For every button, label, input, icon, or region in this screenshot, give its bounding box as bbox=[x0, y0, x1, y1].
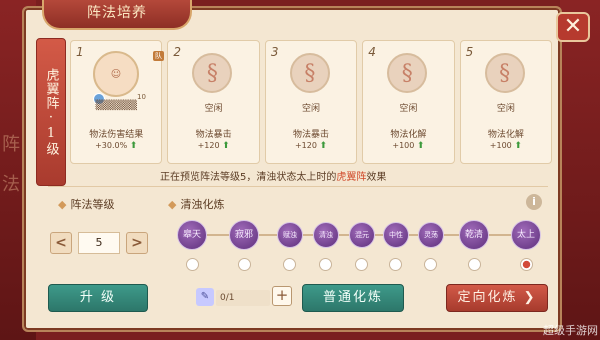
close-button[interactable]: ✕ bbox=[556, 12, 590, 42]
node-radio[interactable] bbox=[355, 258, 368, 271]
refine-node[interactable]: 皋天 bbox=[177, 220, 207, 250]
slot-stat-value: +120 ⬆ bbox=[294, 141, 328, 151]
background-right bbox=[560, 0, 600, 340]
window-title: 阵法培养 bbox=[42, 0, 192, 30]
node-radio[interactable] bbox=[468, 258, 481, 271]
divider bbox=[48, 186, 548, 187]
team-tag: 队 bbox=[153, 51, 164, 61]
character-avatar[interactable]: ☺ bbox=[93, 51, 139, 97]
refine-node[interactable]: 中性 bbox=[383, 222, 409, 248]
slot-3[interactable]: 3 § 空闲 物法暴击 +120 ⬆ bbox=[264, 40, 358, 164]
targeted-refine-button[interactable]: 定向化炼 ❯ bbox=[446, 284, 548, 312]
refine-node[interactable]: 混元 bbox=[349, 222, 375, 248]
character-name: ▒▒▒▒▒▒ bbox=[95, 101, 137, 111]
slot-status: 空闲 bbox=[204, 104, 223, 114]
slot-stat-value: +120 ⬆ bbox=[197, 141, 230, 151]
decor-glyph: 法 bbox=[2, 174, 20, 195]
slot-stat-label: 物法化解 bbox=[390, 130, 427, 140]
arrow-up-icon: ⬆ bbox=[514, 141, 522, 151]
node-radio[interactable] bbox=[283, 258, 296, 271]
slot-4[interactable]: 4 § 空闲 物法化解 +100 ⬆ bbox=[362, 40, 455, 164]
slot-number: 3 bbox=[270, 45, 279, 59]
node-radio[interactable] bbox=[238, 258, 251, 271]
slot-stat-value: +100 ⬆ bbox=[489, 141, 522, 151]
slot-2[interactable]: 2 § 空闲 物法暴击 +120 ⬆ bbox=[167, 40, 260, 164]
refine-node[interactable]: 寂邪 bbox=[229, 220, 259, 250]
arrow-up-icon: ⬆ bbox=[416, 141, 425, 151]
slot-status: 空闲 bbox=[399, 104, 418, 114]
info-icon[interactable]: i bbox=[526, 194, 542, 210]
node-radio[interactable] bbox=[319, 258, 332, 271]
slot-stat-label: 物法暴击 bbox=[293, 130, 330, 140]
refine-node[interactable]: 太上 bbox=[511, 220, 541, 250]
empty-slot-icon: § bbox=[192, 53, 233, 93]
empty-slot-icon: § bbox=[289, 53, 330, 93]
refine-node[interactable]: 灵荡 bbox=[418, 222, 444, 248]
arrow-up-icon: ⬆ bbox=[129, 141, 138, 151]
empty-slot-icon: § bbox=[387, 53, 428, 93]
node-radio[interactable] bbox=[389, 258, 402, 271]
slot-number: 5 bbox=[465, 45, 474, 59]
level-value: 5 bbox=[78, 232, 120, 254]
slot-5[interactable]: 5 § 空闲 物法化解 +100 ⬆ bbox=[459, 40, 553, 164]
refine-node[interactable]: 乾清 bbox=[459, 220, 489, 250]
formation-slots: 1 ☺ 队 10 ▒▒▒▒▒▒ 物法伤害结果 +30.0% ⬆ 2 § 空闲 物… bbox=[70, 40, 553, 164]
formation-name-label: 虎翼阵·1级 bbox=[36, 38, 66, 186]
slot-stat-label: 物法化解 bbox=[487, 130, 524, 140]
add-material-button[interactable]: + bbox=[272, 286, 292, 306]
level-decrease-button[interactable]: < bbox=[50, 232, 72, 254]
watermark: 超级手游网 bbox=[543, 324, 598, 337]
node-radio-selected[interactable] bbox=[520, 258, 533, 271]
normal-refine-button[interactable]: 普通化炼 bbox=[302, 284, 404, 312]
slot-stat-label: 物法伤害结果 bbox=[89, 130, 144, 140]
material-count: 0/1 bbox=[216, 290, 270, 306]
material-icon: ✎ bbox=[196, 288, 214, 306]
level-increase-button[interactable]: > bbox=[126, 232, 148, 254]
preview-text: 正在预览阵法等级5，清浊状态太上时的虎翼阵效果 bbox=[160, 172, 387, 183]
slot-number: 4 bbox=[368, 45, 376, 59]
node-radio[interactable] bbox=[424, 258, 437, 271]
refine-section-label: ◆ 清浊化炼 bbox=[168, 198, 225, 211]
slot-stat-label: 物法暴击 bbox=[195, 130, 232, 140]
upgrade-button[interactable]: 升 级 bbox=[48, 284, 148, 312]
empty-slot-icon: § bbox=[484, 53, 525, 93]
decor-glyph: 阵 bbox=[2, 134, 20, 155]
character-level: 10 bbox=[137, 93, 146, 101]
slot-1[interactable]: 1 ☺ 队 10 ▒▒▒▒▒▒ 物法伤害结果 +30.0% ⬆ bbox=[70, 40, 164, 164]
arrow-up-icon: ⬆ bbox=[222, 141, 230, 151]
refine-node[interactable]: 赋浊 bbox=[277, 222, 303, 248]
slot-stat-value: +100 ⬆ bbox=[392, 141, 425, 151]
slot-stat-value: +30.0% ⬆ bbox=[95, 141, 138, 151]
slot-number: 1 bbox=[76, 45, 84, 59]
arrow-up-icon: ⬆ bbox=[319, 141, 328, 151]
refine-node[interactable]: 清浊 bbox=[313, 222, 339, 248]
node-radio[interactable] bbox=[186, 258, 199, 271]
slot-status: 空闲 bbox=[302, 104, 321, 114]
slot-number: 2 bbox=[173, 45, 182, 59]
level-section-label: ◆ 阵法等级 bbox=[58, 198, 115, 211]
slot-status: 空闲 bbox=[496, 104, 515, 114]
